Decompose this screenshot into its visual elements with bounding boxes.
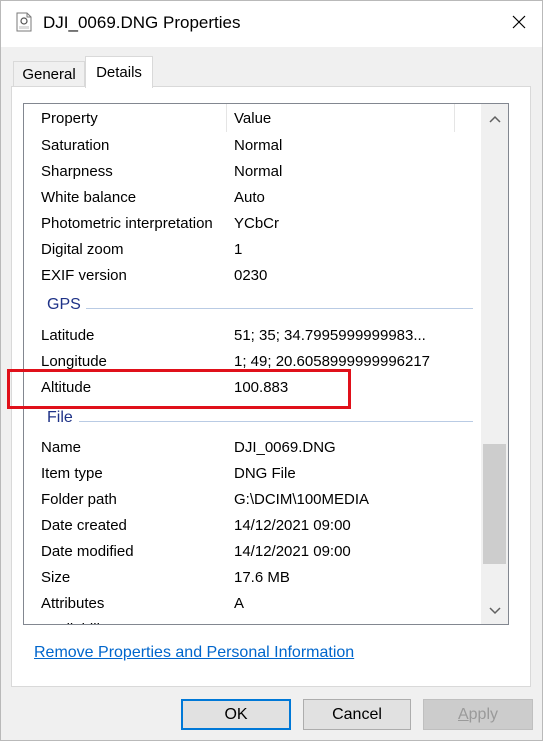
cancel-button[interactable]: Cancel (303, 699, 411, 730)
title-bar: DJI_0069.DNG Properties (1, 1, 542, 47)
tab-general-label: General (22, 66, 76, 83)
apply-accelerator: A (457, 705, 469, 723)
apply-button[interactable]: Apply (423, 699, 533, 730)
property-name: Saturation (41, 137, 110, 154)
close-button[interactable] (496, 1, 542, 47)
property-name: Latitude (41, 327, 95, 344)
property-value: DJI_0069.DNG (234, 439, 336, 456)
property-value: 100.883 (234, 379, 289, 396)
group-header-gps[interactable]: GPS (24, 293, 481, 319)
property-name: Name (41, 439, 82, 456)
property-value: 1 (234, 241, 243, 258)
property-value: 17.6 MB (234, 569, 290, 586)
property-name: Sharpness (41, 163, 113, 180)
scroll-thumb[interactable] (483, 444, 506, 564)
tab-details[interactable]: Details (85, 56, 153, 88)
group-label-gps: GPS (47, 296, 81, 313)
list-item[interactable]: White balance Auto (24, 185, 481, 211)
scroll-up-button[interactable] (481, 104, 508, 132)
property-name: Date created (41, 517, 127, 534)
ok-button[interactable]: OK (181, 699, 291, 730)
property-name: Date modified (41, 543, 134, 560)
vertical-scrollbar[interactable] (481, 104, 508, 624)
list-item[interactable]: Photometric interpretation YCbCr (24, 211, 481, 237)
column-header-property[interactable]: Property (24, 104, 227, 132)
property-name: EXIF version (41, 267, 127, 284)
column-header-value[interactable]: Value (227, 104, 455, 132)
properties-list[interactable]: Property Value Saturation Normal Sharpne… (23, 103, 509, 625)
property-value: 14/12/2021 09:00 (234, 517, 351, 534)
apply-button-label: pply (468, 705, 499, 723)
property-value: DNG File (234, 465, 296, 482)
close-icon (511, 14, 527, 34)
list-item[interactable]: Date created 14/12/2021 09:00 (24, 513, 481, 539)
property-value: A (234, 595, 245, 612)
group-header-file[interactable]: File (24, 406, 481, 432)
list-item[interactable]: Name DJI_0069.DNG (24, 435, 481, 461)
list-item[interactable]: Attributes A (24, 591, 481, 617)
chevron-up-icon (488, 110, 501, 127)
property-name: Longitude (41, 353, 107, 370)
property-name: Size (41, 569, 71, 586)
scroll-down-button[interactable] (481, 596, 508, 624)
property-value: Auto (234, 189, 265, 206)
property-name: Digital zoom (41, 241, 124, 258)
list-item[interactable]: Size 17.6 MB (24, 565, 481, 591)
property-value: 1; 49; 20.6058999999996217 (234, 353, 431, 370)
list-header: Property Value (24, 104, 481, 132)
property-value: YCbCr (234, 215, 280, 232)
group-label-file: File (47, 409, 73, 426)
property-name: White balance (41, 189, 137, 206)
window-title: DJI_0069.DNG Properties (43, 13, 241, 32)
property-value: 51; 35; 34.7995999999983... (234, 327, 426, 344)
property-name: Attributes (41, 595, 105, 612)
tab-general[interactable]: General (13, 61, 85, 87)
group-divider (86, 308, 473, 309)
ok-button-label: OK (224, 705, 248, 723)
list-item[interactable]: Sharpness Normal (24, 159, 481, 185)
list-item[interactable]: Saturation Normal (24, 133, 481, 159)
list-item[interactable]: Item type DNG File (24, 461, 481, 487)
property-name: Item type (41, 465, 103, 482)
column-header-value-label: Value (234, 110, 272, 127)
list-item[interactable]: Folder path G:\DCIM\100MEDIA (24, 487, 481, 513)
column-header-property-label: Property (41, 110, 98, 127)
list-item[interactable]: Altitude 100.883 (24, 375, 481, 401)
list-item[interactable]: EXIF version 0230 (24, 263, 481, 289)
list-item[interactable]: Digital zoom 1 (24, 237, 481, 263)
chevron-down-icon (488, 602, 501, 619)
property-value: Normal (234, 163, 283, 180)
dng-file-icon (16, 12, 32, 32)
property-name: Folder path (41, 491, 117, 508)
list-item[interactable]: Date modified 14/12/2021 09:00 (24, 539, 481, 565)
property-name: Availability (41, 617, 112, 624)
properties-window: DJI_0069.DNG Properties General Details … (0, 0, 543, 741)
tab-strip: General Details (1, 47, 542, 88)
remove-properties-link[interactable]: Remove Properties and Personal Informati… (34, 644, 354, 662)
property-name: Altitude (41, 379, 92, 396)
cancel-button-label: Cancel (332, 705, 382, 723)
tab-details-label: Details (96, 64, 142, 81)
list-item[interactable]: Longitude 1; 49; 20.6058999999996217 (24, 349, 481, 375)
property-value: G:\DCIM\100MEDIA (234, 491, 370, 508)
property-value: 14/12/2021 09:00 (234, 543, 351, 560)
property-name: Photometric interpretation (41, 215, 213, 232)
property-value: 0230 (234, 267, 268, 284)
list-item[interactable]: Latitude 51; 35; 34.7995999999983... (24, 323, 481, 349)
list-item[interactable]: Availability (24, 617, 481, 624)
property-value: Normal (234, 137, 283, 154)
group-divider (79, 421, 473, 422)
